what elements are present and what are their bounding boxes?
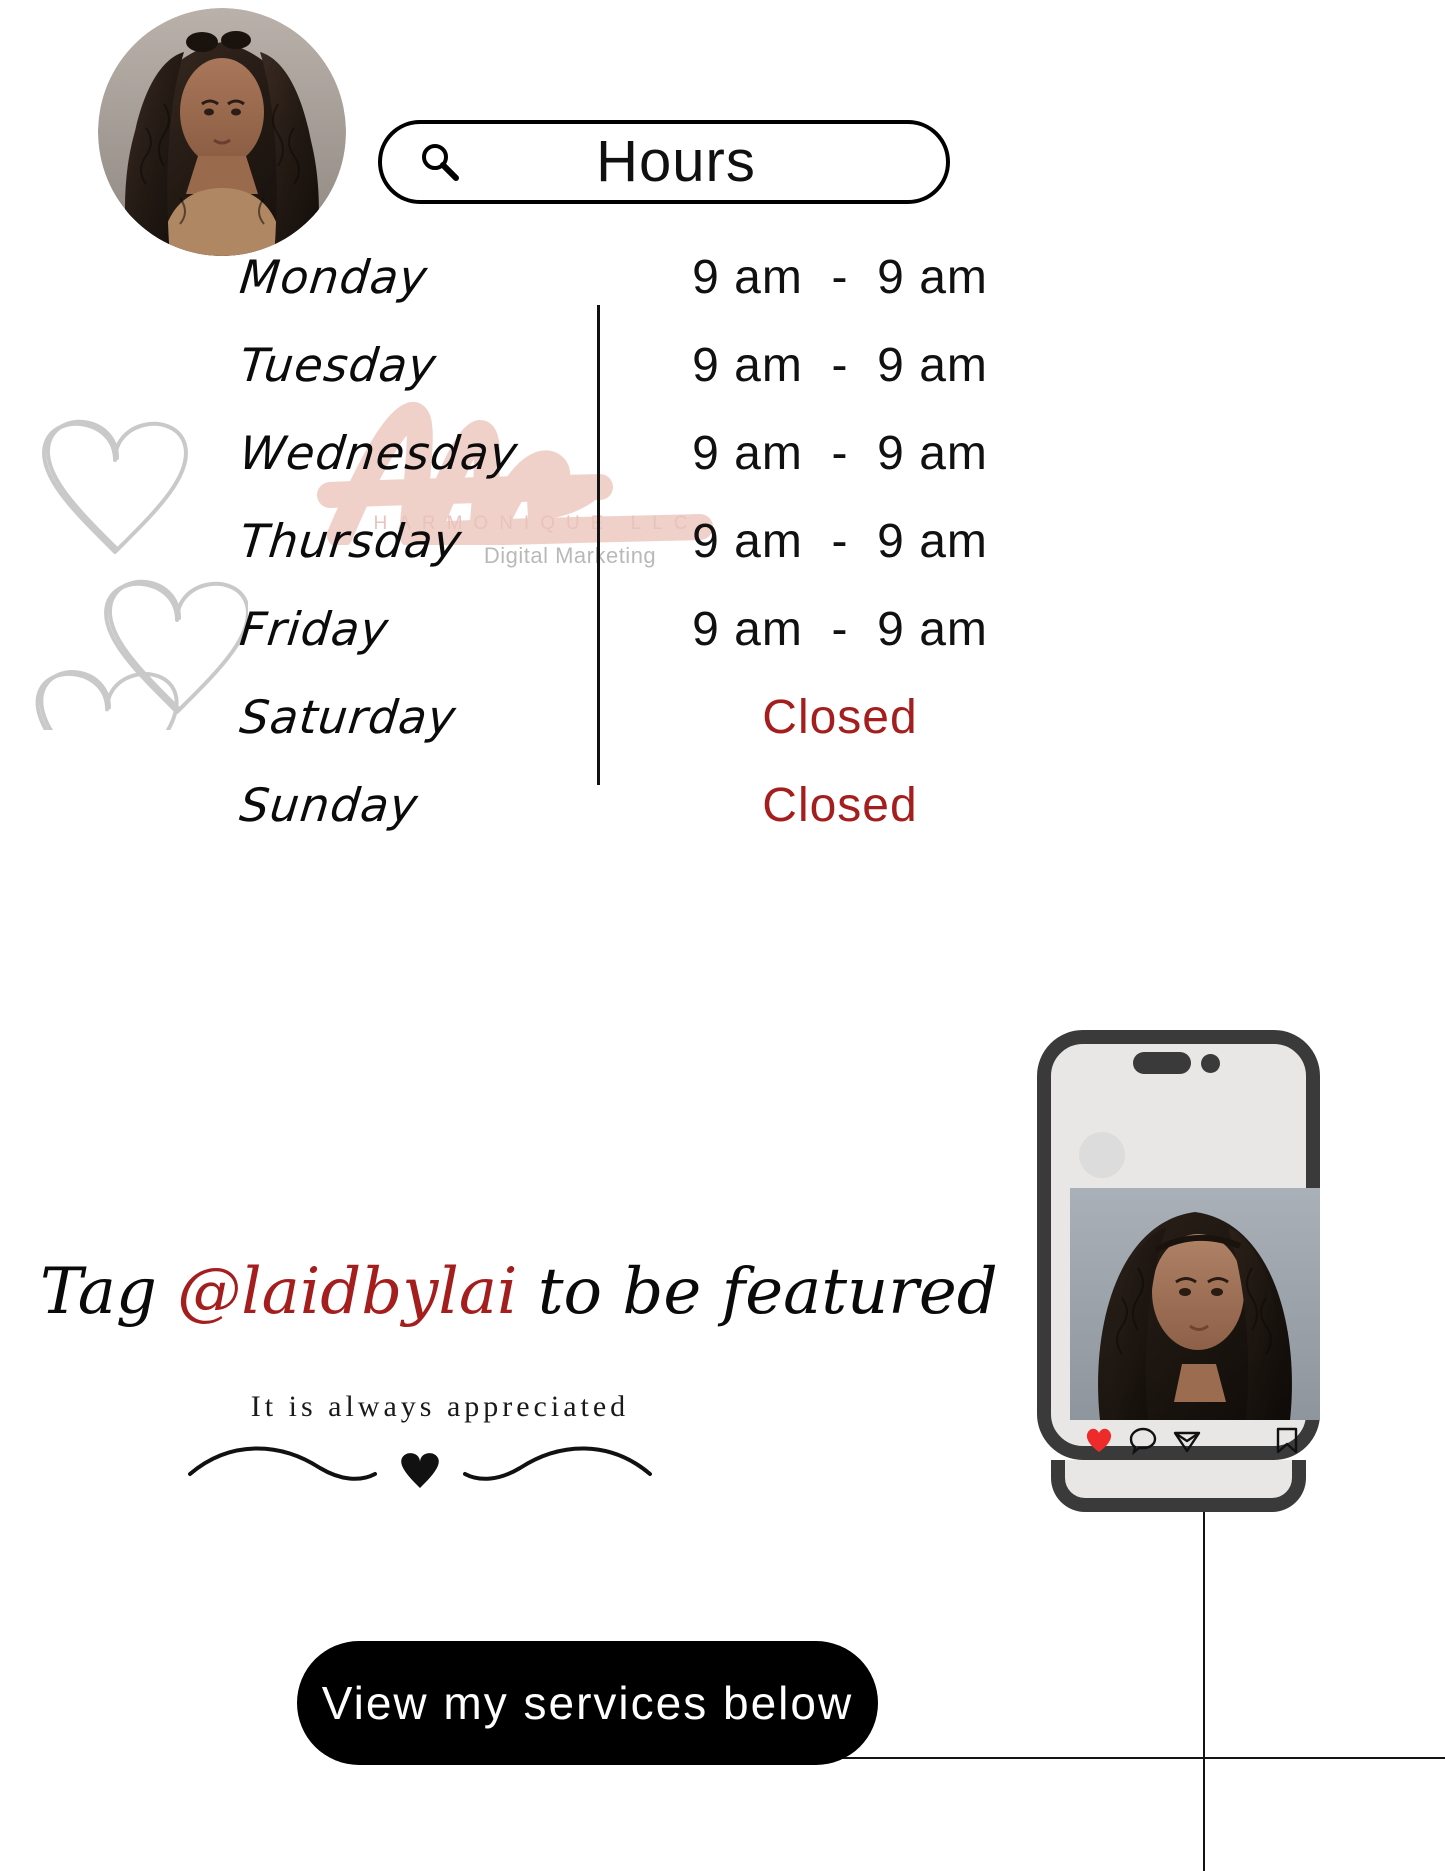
- day-label: Sunday: [237, 778, 421, 832]
- time-value: 9 am - 9 am: [692, 515, 988, 568]
- time-value: 9 am - 9 am: [692, 427, 988, 480]
- post-action-bar: [1070, 1420, 1320, 1460]
- page-title: Hours: [596, 129, 756, 194]
- table-row: Thursday 9 am - 9 am: [0, 514, 1060, 602]
- day-label: Wednesday: [237, 426, 521, 480]
- time-value: Closed: [762, 779, 918, 832]
- table-row: Monday 9 am - 9 am: [0, 250, 1060, 338]
- phone-mockup: [1037, 1030, 1320, 1512]
- comment-icon[interactable]: [1128, 1425, 1158, 1455]
- day-label: Monday: [237, 250, 431, 304]
- table-row: Friday 9 am - 9 am: [0, 602, 1060, 690]
- phone-bottom: [1051, 1460, 1306, 1512]
- dynamic-island: [1133, 1052, 1191, 1074]
- time-value: 9 am - 9 am: [692, 603, 988, 656]
- time-value: Closed: [762, 691, 918, 744]
- day-label: Saturday: [237, 690, 459, 744]
- heart-icon[interactable]: [1084, 1425, 1114, 1455]
- search-bar[interactable]: Hours: [378, 120, 950, 204]
- bookmark-icon[interactable]: [1272, 1425, 1302, 1455]
- post-image: [1070, 1188, 1320, 1420]
- hours-table: Monday 9 am - 9 am Tuesday 9 am - 9 am W…: [0, 250, 1060, 870]
- day-label: Friday: [237, 602, 392, 656]
- tag-line: Tag @laidbylai to be featured: [40, 1255, 998, 1365]
- tag-prefix: Tag: [40, 1255, 178, 1329]
- tag-subtitle: It is always appreciated: [250, 1390, 630, 1423]
- view-services-button[interactable]: View my services below: [297, 1641, 878, 1765]
- table-row: Wednesday 9 am - 9 am: [0, 426, 1060, 514]
- table-row: Tuesday 9 am - 9 am: [0, 338, 1060, 426]
- time-value: 9 am - 9 am: [692, 339, 988, 392]
- front-camera-icon: [1201, 1054, 1220, 1073]
- share-icon[interactable]: [1172, 1425, 1202, 1455]
- flourish-divider: [170, 1430, 670, 1510]
- post-avatar: [1079, 1132, 1125, 1178]
- view-services-label: View my services below: [321, 1677, 854, 1729]
- table-row: Saturday Closed: [0, 690, 1060, 778]
- day-label: Thursday: [237, 514, 465, 568]
- time-value: 9 am - 9 am: [692, 251, 988, 304]
- avatar: [98, 8, 346, 256]
- tag-suffix: to be featured: [517, 1255, 998, 1329]
- day-label: Tuesday: [237, 338, 440, 392]
- search-icon: [416, 139, 462, 185]
- instagram-handle[interactable]: @laidbylai: [177, 1255, 517, 1329]
- table-row: Sunday Closed: [0, 778, 1060, 866]
